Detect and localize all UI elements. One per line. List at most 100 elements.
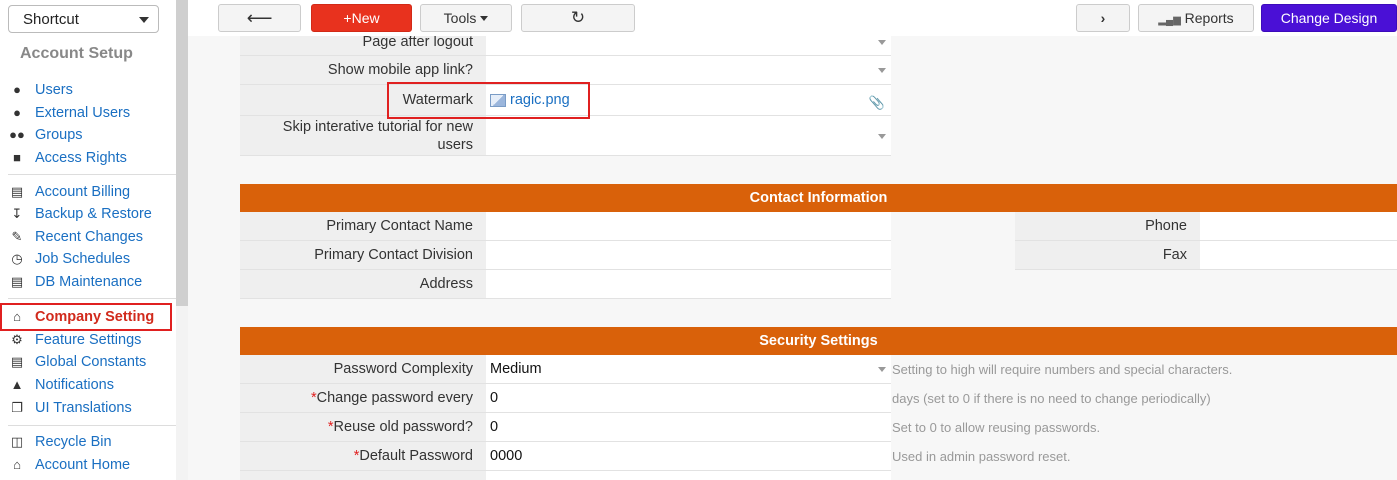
paperclip-icon[interactable]: 📎 <box>869 95 885 111</box>
fax-input[interactable] <box>1200 241 1397 269</box>
sidebar-item-label: Groups <box>35 127 83 143</box>
clock-icon: ◷ <box>11 251 23 266</box>
form-row-address: Address <box>240 270 891 299</box>
users-icon: ●● <box>9 127 25 142</box>
field-label: * Default Password <box>240 442 486 470</box>
sidebar-item-label: External Users <box>35 105 131 121</box>
skip-tutorial-select[interactable] <box>486 116 891 155</box>
form-row-primary-contact-division: Primary Contact Division <box>240 241 891 270</box>
bank-icon: ⌂ <box>13 309 21 324</box>
section-header-security: Security Settings <box>240 327 1397 355</box>
change-design-button-label: Change Design <box>1280 10 1378 26</box>
field-label <box>240 471 486 480</box>
chevron-down-icon <box>878 367 886 372</box>
reports-button-label: Reports <box>1184 10 1234 26</box>
user-icon: ● <box>13 105 21 120</box>
change-password-every-input[interactable]: 0 <box>486 384 891 412</box>
sidebar-item-label: Feature Settings <box>35 332 142 348</box>
sidebar-item-backup-restore[interactable]: ↧ Backup & Restore <box>0 203 176 225</box>
sidebar-item-label: UI Translations <box>35 400 132 416</box>
sidebar-item-global-constants[interactable]: ▤ Global Constants <box>0 351 176 373</box>
help-text: Setting to high will require numbers and… <box>892 362 1233 377</box>
sidebar-item-external-users[interactable]: ● External Users <box>0 102 176 124</box>
field-label: Skip interative tutorial for new users <box>240 116 486 155</box>
shortcut-label: Shortcut <box>23 11 79 28</box>
reuse-old-password-input[interactable]: 0 <box>486 413 891 441</box>
sidebar-item-access-rights[interactable]: ■ Access Rights <box>0 147 176 169</box>
sidebar-item-label: Global Constants <box>35 354 147 370</box>
home-icon: ⌂ <box>13 457 21 472</box>
default-password-input[interactable]: 0000 <box>486 442 891 470</box>
next-field-input[interactable] <box>486 471 891 480</box>
field-value: Medium <box>490 361 542 377</box>
form-content: Page after logout Show mobile app link? … <box>188 36 1397 480</box>
sidebar-item-ui-translations[interactable]: ❐ UI Translations <box>0 397 176 419</box>
sidebar-item-users[interactable]: ● Users <box>0 79 176 101</box>
edit-icon: ✎ <box>11 229 23 244</box>
help-text: Used in admin password reset. <box>892 449 1071 464</box>
address-input[interactable] <box>486 270 891 298</box>
scrollbar-thumb[interactable] <box>176 0 188 306</box>
chevron-down-icon <box>878 68 886 73</box>
primary-contact-division-input[interactable] <box>486 241 891 269</box>
download-icon: ↧ <box>11 206 23 221</box>
help-text: days (set to 0 if there is no need to ch… <box>892 391 1211 406</box>
primary-contact-name-input[interactable] <box>486 212 891 240</box>
sidebar-item-notifications[interactable]: ▲ Notifications <box>0 374 176 396</box>
show-mobile-app-link-select[interactable] <box>486 56 891 84</box>
form-row-show-mobile-app-link: Show mobile app link? <box>240 56 891 85</box>
sidebar-item-label: Access Rights <box>35 150 127 166</box>
reports-button[interactable]: ▂▄▆ Reports <box>1138 4 1254 32</box>
database-icon: ▤ <box>10 274 24 289</box>
field-label-text: Change password every <box>316 390 473 406</box>
toolbar: ⟵ +New Tools ↻ › ▂▄▆ Reports Change Desi… <box>188 0 1397 36</box>
sidebar-item-account-home[interactable]: ⌂ Account Home <box>0 454 176 476</box>
gear-icon: ⚙ <box>11 332 23 347</box>
form-row-next <box>240 471 891 480</box>
sidebar-scrollbar[interactable] <box>176 0 188 480</box>
page-after-logout-select[interactable] <box>486 36 891 55</box>
change-design-button[interactable]: Change Design <box>1261 4 1397 32</box>
sidebar-item-company-setting[interactable]: ⌂ Company Setting <box>0 303 172 331</box>
sidebar-item-recycle-bin[interactable]: ◫ Recycle Bin <box>0 431 176 453</box>
next-button[interactable]: › <box>1076 4 1130 32</box>
field-label: Show mobile app link? <box>240 56 486 84</box>
field-label-text: Default Password <box>359 448 473 464</box>
chevron-down-icon <box>878 133 886 139</box>
tools-button-label: Tools <box>443 10 477 26</box>
sidebar-item-job-schedules[interactable]: ◷ Job Schedules <box>0 248 176 270</box>
sidebar-item-groups[interactable]: ●● Groups <box>0 124 176 146</box>
phone-input[interactable] <box>1200 212 1397 240</box>
chevron-down-icon <box>480 16 489 21</box>
bell-icon: ▲ <box>10 377 24 392</box>
sidebar: Shortcut Account Setup ● Users ● Externa… <box>0 0 176 480</box>
sidebar-item-label: Backup & Restore <box>35 206 152 222</box>
arrow-left-icon: ⟵ <box>246 8 273 28</box>
form-row-page-after-logout: Page after logout <box>240 36 891 56</box>
divider <box>8 298 176 299</box>
new-button[interactable]: +New <box>311 4 412 32</box>
field-label: Primary Contact Division <box>240 241 486 269</box>
back-button[interactable]: ⟵ <box>218 4 301 32</box>
sidebar-item-account-billing[interactable]: ▤ Account Billing <box>0 181 176 203</box>
field-label: * Reuse old password? <box>240 413 486 441</box>
sidebar-item-db-maintenance[interactable]: ▤ DB Maintenance <box>0 271 176 293</box>
field-label: Phone <box>1015 212 1200 240</box>
form-row-reuse-old-password: * Reuse old password? 0 <box>240 413 891 442</box>
refresh-icon: ↻ <box>570 8 586 27</box>
password-complexity-select[interactable]: Medium <box>486 355 891 383</box>
sidebar-item-label: Notifications <box>35 377 114 393</box>
chevron-right-icon: › <box>1100 10 1106 26</box>
sidebar-item-recent-changes[interactable]: ✎ Recent Changes <box>0 226 176 248</box>
sidebar-item-label: Account Home <box>35 457 131 473</box>
refresh-button[interactable]: ↻ <box>521 4 635 32</box>
sidebar-item-feature-settings[interactable]: ⚙ Feature Settings <box>0 329 176 351</box>
form-row-phone: Phone <box>1015 212 1397 241</box>
database-icon: ▤ <box>10 354 24 369</box>
form-row-skip-tutorial: Skip interative tutorial for new users <box>240 116 891 156</box>
shortcut-dropdown[interactable]: Shortcut <box>8 5 159 33</box>
user-icon: ● <box>13 82 21 97</box>
form-row-fax: Fax <box>1015 241 1397 270</box>
divider <box>8 425 176 426</box>
tools-button[interactable]: Tools <box>420 4 512 32</box>
